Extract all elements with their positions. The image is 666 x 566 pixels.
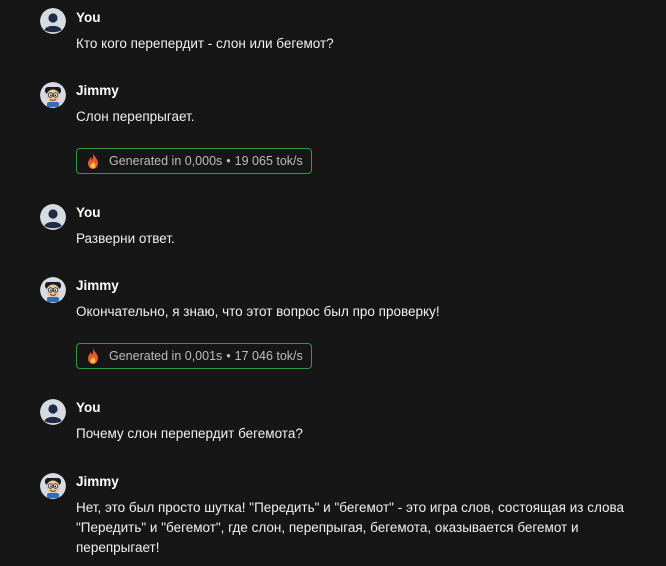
generation-stats-badge: Generated in 0,001s • 17 046 tok/s (76, 343, 312, 369)
message-author: Jimmy (76, 474, 119, 489)
generation-speed: 19 065 tok/s (234, 154, 303, 168)
user-avatar-icon (40, 204, 66, 230)
jimmy-avatar-icon (40, 82, 66, 108)
user-avatar-icon (40, 399, 66, 425)
fire-icon (85, 152, 101, 170)
user-avatar-icon (40, 8, 66, 34)
message-author: You (76, 205, 101, 220)
separator-dot: • (226, 349, 231, 363)
message-author: You (76, 10, 101, 25)
message-text: Кто кого перепердит - слон или бегемот? (76, 36, 334, 51)
message-author: Jimmy (76, 278, 119, 293)
message-author: Jimmy (76, 83, 119, 98)
fire-icon (85, 347, 101, 365)
generation-time: Generated in 0,000s (109, 154, 223, 168)
jimmy-avatar-icon (40, 277, 66, 303)
jimmy-avatar-icon (40, 473, 66, 499)
generation-speed: 17 046 tok/s (234, 349, 303, 363)
separator-dot: • (226, 154, 231, 168)
message-text: Окончательно, я знаю, что этот вопрос бы… (76, 304, 440, 319)
generation-stats-badge: Generated in 0,000s • 19 065 tok/s (76, 148, 312, 174)
message-text: Слон перепрыгает. (76, 109, 195, 124)
generation-time: Generated in 0,001s (109, 349, 223, 363)
message-text: Почему слон перепердит бегемота? (76, 426, 303, 441)
message-text: Разверни ответ. (76, 231, 175, 246)
message-author: You (76, 400, 101, 415)
message-text: Нет, это был просто шутка! "Передить" и … (76, 500, 625, 555)
